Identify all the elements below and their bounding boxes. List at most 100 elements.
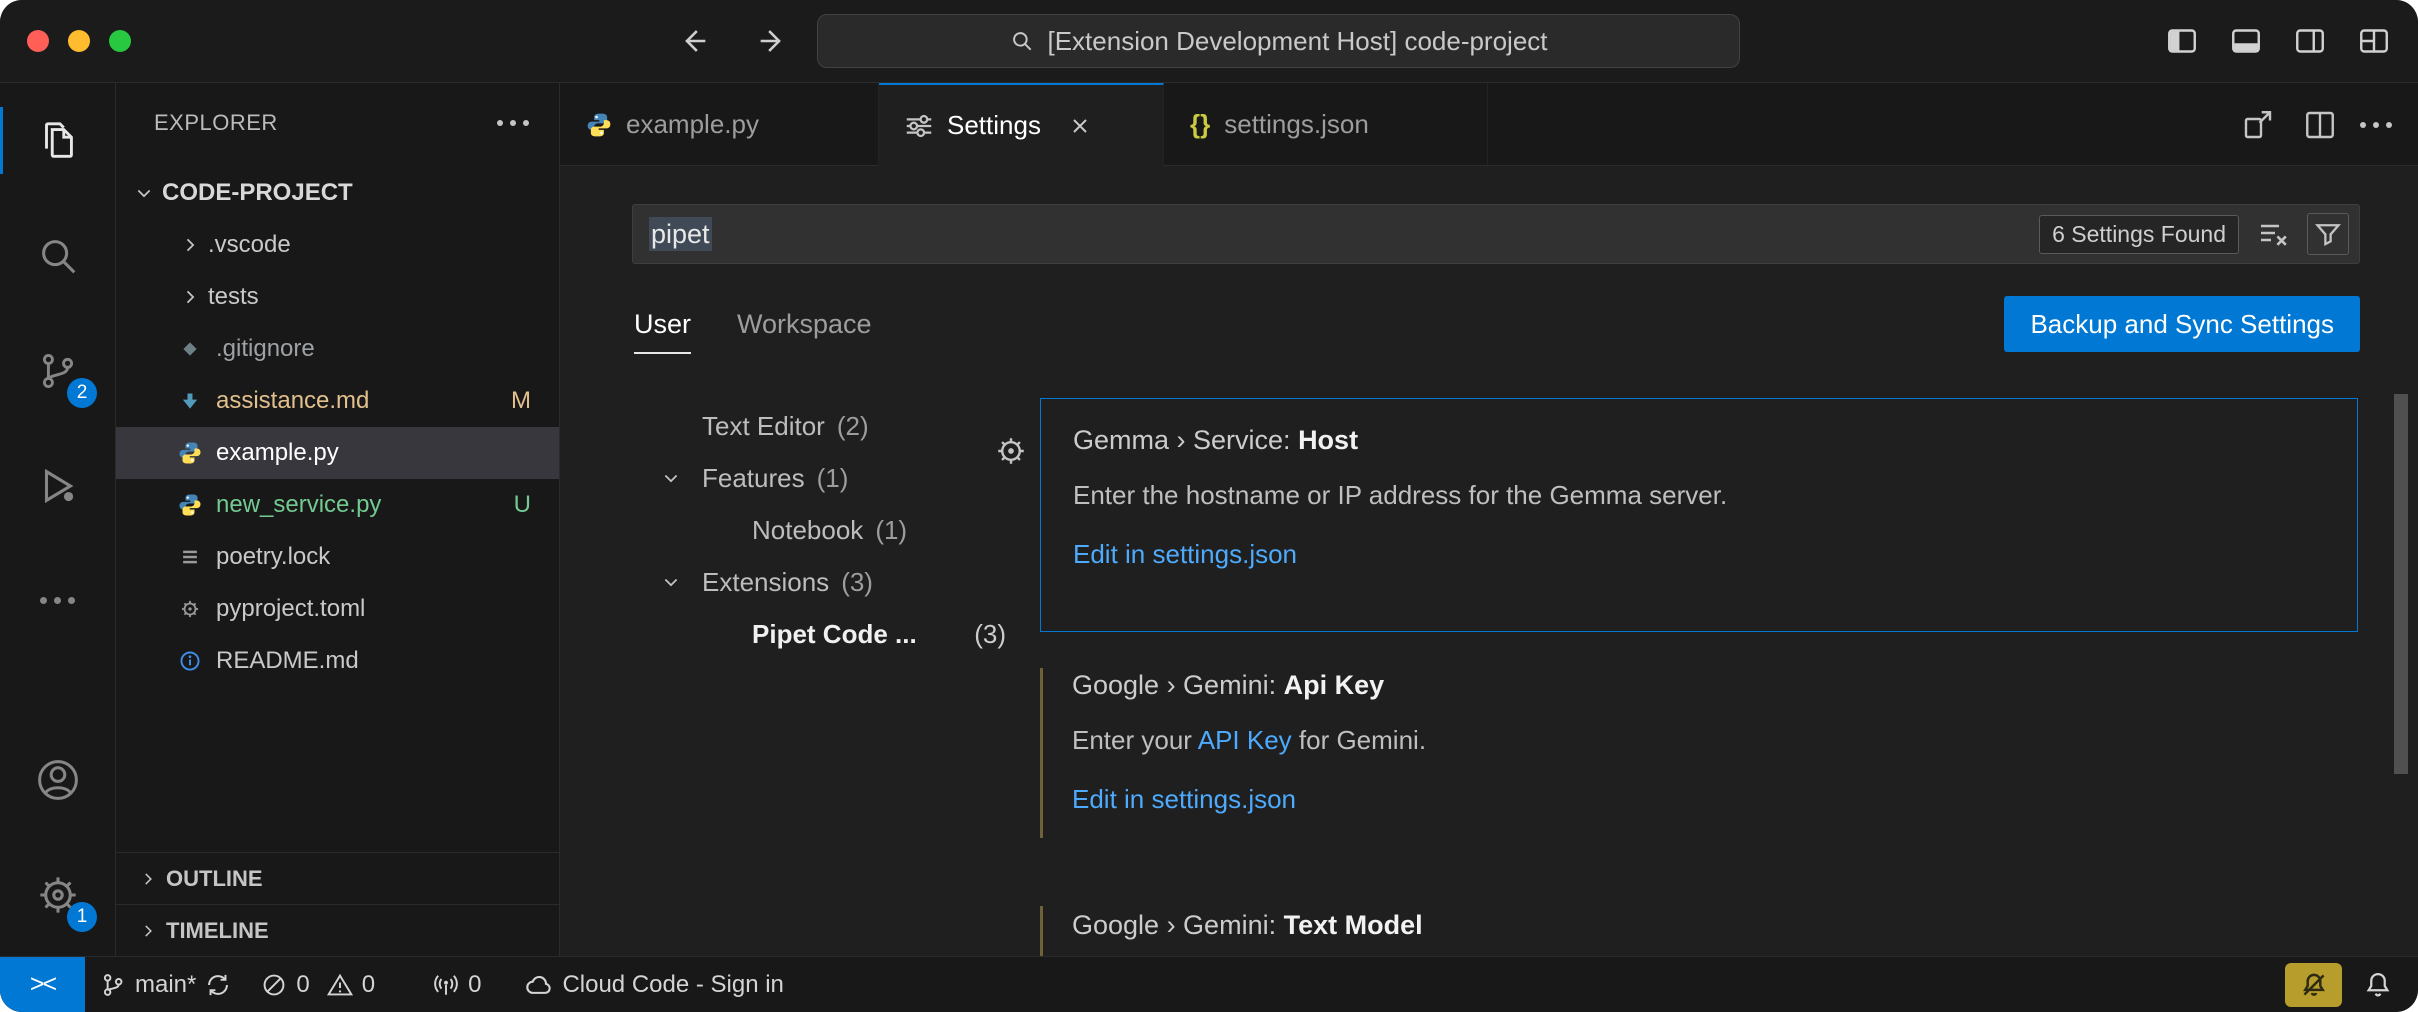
edit-in-settings-json-link[interactable]: Edit in settings.json (1072, 784, 1296, 815)
remote-icon: >< (30, 970, 55, 999)
branch-status-item[interactable]: main* (85, 957, 246, 1012)
radio-tower-icon (433, 972, 459, 998)
traffic-lights (27, 30, 131, 52)
activity-run-debug[interactable] (0, 428, 115, 543)
activity-explorer[interactable] (0, 83, 115, 198)
editor-more-actions-icon[interactable] (2360, 122, 2392, 128)
settings-search-input[interactable]: pipet 6 Settings Found (632, 204, 2360, 264)
git-modified-badge: M (511, 387, 531, 415)
close-tab-icon[interactable] (1065, 111, 1095, 141)
tree-item-tests[interactable]: tests (116, 271, 559, 323)
markdown-file-icon (178, 389, 202, 413)
python-file-icon (178, 493, 202, 517)
toggle-secondary-sidebar-icon[interactable] (2288, 19, 2332, 63)
lock-file-icon (178, 545, 202, 569)
tree-item-assistance-md[interactable]: assistance.md M (116, 375, 559, 427)
ports-status-item[interactable]: 0 (418, 957, 496, 1012)
results-count-badge: 6 Settings Found (2039, 215, 2239, 254)
errors-count: 0 (296, 971, 309, 999)
explorer-more-actions-icon[interactable] (497, 120, 529, 126)
json-braces-icon: {} (1190, 109, 1210, 140)
back-icon[interactable] (672, 19, 716, 63)
settings-search-value: pipet (649, 219, 712, 250)
activity-search[interactable] (0, 198, 115, 313)
settings-editor: pipet 6 Settings Found User Workspace (560, 166, 2418, 956)
scm-badge: 2 (67, 378, 97, 408)
open-settings-json-icon[interactable] (2236, 103, 2280, 147)
tree-item-example-py[interactable]: example.py (116, 427, 559, 479)
tab-label: Settings (947, 110, 1041, 141)
api-key-link[interactable]: API Key (1198, 725, 1292, 755)
toc-pipet-code[interactable]: Pipet Code ... (3) (560, 608, 1030, 660)
files-icon (35, 118, 81, 164)
python-file-icon (178, 441, 202, 465)
command-center[interactable]: [Extension Development Host] code-projec… (817, 14, 1740, 68)
customize-layout-icon[interactable] (2352, 19, 2396, 63)
search-icon (35, 233, 81, 279)
tab-bar: example.py Settings {} settings.json (560, 83, 2418, 166)
setting-gear-icon[interactable] (993, 433, 1029, 469)
tree-item-gitignore[interactable]: .gitignore (116, 323, 559, 375)
settings-toc: Text Editor (2) Features (1) Notebook (1… (560, 400, 1030, 660)
toggle-primary-sidebar-icon[interactable] (2160, 19, 2204, 63)
tab-settings[interactable]: Settings (879, 83, 1164, 166)
tree-item-readme-md[interactable]: README.md (116, 635, 559, 687)
scope-tab-workspace[interactable]: Workspace (737, 296, 872, 354)
setting-title: Google › Gemini: Api Key (1072, 670, 2328, 701)
outline-section[interactable]: OUTLINE (116, 852, 559, 904)
bell-slash-icon (2300, 971, 2328, 999)
edit-in-settings-json-link[interactable]: Edit in settings.json (1073, 539, 1297, 570)
timeline-section[interactable]: TIMELINE (116, 904, 559, 956)
setting-description: Enter the hostname or IP address for the… (1073, 480, 2327, 511)
setting-entry-gemma-host[interactable]: Gemma › Service: Host Enter the hostname… (1040, 398, 2358, 632)
tree-item-vscode[interactable]: .vscode (116, 219, 559, 271)
setting-entry-gemini-api-key[interactable]: Google › Gemini: Api Key Enter your API … (1040, 662, 2358, 844)
git-untracked-badge: U (514, 491, 531, 519)
toc-text-editor[interactable]: Text Editor (2) (560, 400, 1030, 452)
chevron-down-icon (660, 468, 682, 488)
close-window-button[interactable] (27, 30, 49, 52)
settings-scope-tabs: User Workspace (634, 296, 872, 354)
problems-status-item[interactable]: 0 0 (246, 957, 390, 1012)
backup-sync-button[interactable]: Backup and Sync Settings (2004, 296, 2360, 352)
chevron-right-icon (138, 922, 158, 940)
forward-icon[interactable] (750, 19, 794, 63)
sync-icon (205, 972, 231, 998)
notifications-bell-icon[interactable] (2358, 965, 2398, 1005)
setting-description: Enter your API Key for Gemini. (1072, 725, 2328, 756)
zoom-window-button[interactable] (109, 30, 131, 52)
activity-more[interactable] (0, 543, 115, 658)
cloud-code-status-item[interactable]: Cloud Code - Sign in (510, 957, 798, 1012)
tab-settings-json[interactable]: {} settings.json (1164, 83, 1488, 166)
setting-entry-gemini-text-model[interactable]: Google › Gemini: Text Model (1040, 900, 2358, 956)
clear-search-icon[interactable] (2255, 216, 2291, 252)
activity-settings[interactable]: 1 (0, 837, 115, 952)
editor-area: example.py Settings {} settings.json (560, 83, 2418, 956)
activity-accounts[interactable] (0, 722, 115, 837)
tree-item-new-service-py[interactable]: new_service.py U (116, 479, 559, 531)
tab-example-py[interactable]: example.py (560, 83, 879, 166)
scope-tab-user[interactable]: User (634, 296, 691, 354)
toggle-panel-icon[interactable] (2224, 19, 2268, 63)
remote-indicator[interactable]: >< (0, 957, 85, 1012)
ports-count: 0 (468, 971, 481, 999)
tree-item-pyproject-toml[interactable]: pyproject.toml (116, 583, 559, 635)
info-file-icon (178, 649, 202, 673)
scrollbar[interactable] (2394, 394, 2408, 774)
filter-button[interactable] (2307, 213, 2349, 255)
split-editor-icon[interactable] (2298, 103, 2342, 147)
chevron-right-icon (180, 235, 200, 255)
activity-source-control[interactable]: 2 (0, 313, 115, 428)
setting-title: Google › Gemini: Text Model (1072, 910, 2328, 941)
toc-features[interactable]: Features (1) (560, 452, 1030, 504)
tree-root[interactable]: CODE-PROJECT (116, 167, 559, 219)
do-not-disturb-status-button[interactable] (2285, 963, 2342, 1007)
toc-extensions[interactable]: Extensions (3) (560, 556, 1030, 608)
tab-label: settings.json (1224, 109, 1369, 140)
modified-setting-indicator (1040, 668, 1043, 838)
minimize-window-button[interactable] (68, 30, 90, 52)
window-title: [Extension Development Host] code-projec… (1047, 26, 1547, 57)
tree-item-poetry-lock[interactable]: poetry.lock (116, 531, 559, 583)
toc-notebook[interactable]: Notebook (1) (560, 504, 1030, 556)
errors-icon (261, 972, 287, 998)
